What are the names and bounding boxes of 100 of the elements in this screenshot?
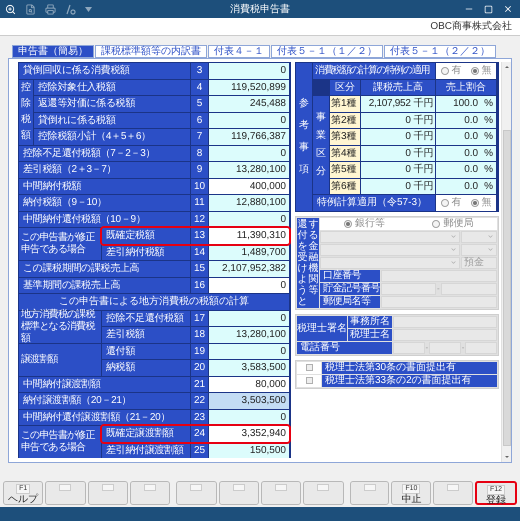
row-label: 還付額 <box>102 344 190 359</box>
checkbox[interactable] <box>306 364 312 371</box>
close-icon[interactable] <box>503 4 513 14</box>
tab[interactable]: 付表５－１（２／２） <box>384 45 496 58</box>
company-name: OBC商事株式会社 <box>430 20 512 34</box>
tab[interactable]: 付表４－１ <box>208 45 270 58</box>
checkbox[interactable] <box>306 377 312 384</box>
amount-cell: 0 <box>209 112 289 128</box>
row-label: 控除税額小計（4＋5＋6） <box>34 129 190 144</box>
row-label: 既確定譲渡割額 <box>102 426 190 442</box>
tab[interactable]: 申告書（簡易） <box>12 45 94 58</box>
row-label: 納付譲渡割額（20－21） <box>19 393 190 408</box>
column-header: 区分 <box>330 80 360 95</box>
amount-cell-text: 0 <box>405 114 411 128</box>
tab[interactable]: 課税標準額等の内訳書 <box>95 45 207 58</box>
dropdown-field[interactable] <box>320 244 460 256</box>
zoom-in-icon[interactable] <box>5 4 16 14</box>
input-field[interactable] <box>393 316 497 328</box>
input-field[interactable] <box>381 282 436 294</box>
blank-key-icon <box>447 484 460 491</box>
radio-button[interactable] <box>440 198 448 207</box>
row-label: 消費税額の計算の特例の適用 <box>313 63 435 78</box>
function-key[interactable] <box>260 481 302 505</box>
category-cell: 第2種 <box>330 112 360 128</box>
category-cell: 第3種 <box>330 129 360 144</box>
radio-label: 有 <box>452 64 462 78</box>
function-key[interactable] <box>218 481 259 505</box>
line-number: 21 <box>191 376 208 392</box>
row-label: この課税期間の課税売上高 <box>19 261 190 276</box>
category-cell: 第1種 <box>330 96 360 112</box>
vertical-label: 控除税額 <box>21 81 31 143</box>
amount-cell: 12,880,100 <box>209 195 289 210</box>
amount-field[interactable]: 80,000 <box>209 376 289 392</box>
row-label: 税理士署名 <box>297 316 347 340</box>
ratio-cell-text: 0.0 <box>464 180 478 194</box>
radio-button[interactable] <box>470 198 478 207</box>
radio-button[interactable] <box>440 66 448 75</box>
function-key[interactable] <box>176 481 217 505</box>
row-label: 中間納付譲渡割額 <box>19 376 190 392</box>
radio-button[interactable] <box>470 66 478 75</box>
amount-cell: 119,520,899 <box>209 80 289 95</box>
row-label: 納付税額（9－10） <box>19 195 190 210</box>
function-key[interactable] <box>350 481 390 505</box>
line-number: 18 <box>191 327 208 342</box>
row-label: 口座番号 <box>320 270 380 282</box>
row-label: 既確定税額 <box>102 228 190 244</box>
input-field[interactable] <box>393 342 425 354</box>
line-number: 9 <box>191 162 208 178</box>
radio-button[interactable] <box>432 220 440 228</box>
ratio-cell-text: 0.0 <box>464 114 478 128</box>
group-label: この申告書が修正申告である場合 <box>19 228 101 260</box>
dropdown-field[interactable] <box>320 230 460 242</box>
blank-key-icon <box>232 484 245 491</box>
blank-key-icon <box>144 484 156 491</box>
function-key[interactable] <box>88 481 128 505</box>
function-key[interactable] <box>433 481 474 505</box>
unit-label: 千円 <box>414 96 433 112</box>
row-label: 納税額 <box>102 360 190 376</box>
amount-cell: 3,583,500 <box>209 360 289 376</box>
scroll-down-icon[interactable] <box>504 454 510 460</box>
maximize-icon[interactable] <box>484 4 493 14</box>
function-key[interactable] <box>45 481 86 505</box>
scroll-up-icon[interactable] <box>504 64 510 70</box>
dropdown-field[interactable] <box>461 230 497 242</box>
input-field[interactable] <box>465 342 497 354</box>
row-label: 税理士名 <box>348 328 392 340</box>
amount-field[interactable]: 400,000 <box>209 178 289 194</box>
row-label: 貸倒れに係る税額 <box>34 112 190 128</box>
radio-button[interactable] <box>344 220 352 228</box>
input-field[interactable] <box>440 282 497 294</box>
row-label: 控除不足還付税額（7－2－3） <box>19 146 190 161</box>
line-number: 4 <box>191 80 208 95</box>
input-field[interactable] <box>429 342 461 354</box>
function-key[interactable] <box>303 481 344 505</box>
row-label: 事務所名 <box>348 316 392 328</box>
amount-cell: 2,107,952,382 <box>209 261 289 276</box>
line-number: 5 <box>191 96 208 112</box>
row-label: 控除不足還付税額 <box>102 310 190 326</box>
input-field[interactable] <box>381 270 497 282</box>
line-number: 11 <box>191 195 208 210</box>
dropdown-field[interactable] <box>461 244 497 256</box>
amount-cell: 0 <box>209 410 289 425</box>
unit-label: 千円 <box>414 146 433 161</box>
line-number: 8 <box>191 146 208 161</box>
radio-label: 無 <box>482 196 492 210</box>
amount-field[interactable]: 0 <box>209 278 289 293</box>
group-label: この申告書が修正申告である場合 <box>19 426 101 458</box>
group-label: 譲渡割額 <box>19 344 101 376</box>
amount-field[interactable]: 3,352,940 <box>209 426 289 442</box>
line-number: 17 <box>191 310 208 326</box>
amount-field[interactable]: 11,390,310 <box>209 228 289 244</box>
line-number: 24 <box>191 426 208 442</box>
function-key[interactable] <box>130 481 170 505</box>
scrollbar[interactable] <box>501 62 511 462</box>
row-label: 貸倒回収に係る消費税額 <box>19 63 190 78</box>
line-number: 10 <box>191 178 208 194</box>
input-field[interactable] <box>393 328 497 340</box>
dropdown-field[interactable] <box>320 256 460 268</box>
tab[interactable]: 付表５－１（１／２） <box>271 45 383 58</box>
input-field[interactable] <box>381 296 497 308</box>
